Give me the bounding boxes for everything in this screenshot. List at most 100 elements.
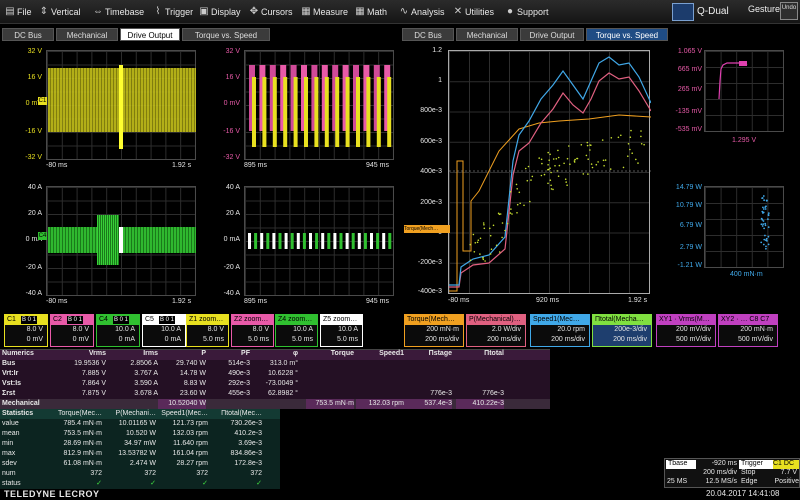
xy2-point [762,220,765,222]
tab-left-dc-bus[interactable]: DC Bus [2,28,54,41]
efficiency-point [591,166,594,169]
plot-c4-current[interactable] [46,186,196,296]
efficiency-point [563,162,565,165]
efficiency-point [540,158,543,161]
statistics-cell: 161.04 rpm [172,450,208,457]
yellow-pulse [345,77,350,147]
current-pulse [278,233,282,249]
statistics-cell: 372 [250,470,262,477]
display-mode-label[interactable]: Q-Dual [697,0,729,24]
channel-box-3[interactable]: C4 B 0 1 10.0 A0 mA [96,314,140,347]
xy2-point [762,206,764,209]
tbase-samples: 25 MS [667,478,688,485]
tbase-sample-rate: 12.5 MS/s [705,478,737,485]
efficiency-point [550,171,552,174]
tab-right-dc-bus[interactable]: DC Bus [402,28,454,41]
efficiency-point [530,179,532,181]
statistics-cell: 11.640 rpm [173,440,208,447]
tab-right-mechanical[interactable]: Mechanical [456,28,518,41]
xy2-point [767,243,770,246]
main-ytick-1: 1 [438,77,442,84]
xy1-ytick-0: 1.065 V [677,48,702,55]
math-box-value: 200 mV/div [675,326,711,333]
efficiency-point [637,162,639,164]
trigger-icon: ⌇ [155,6,161,17]
channel-box-4[interactable]: C5 B 0 1 10.0 A0 mA [142,314,186,347]
channel-box-6[interactable]: Z2 zoom… 8.0 V 5.0 ms [231,314,274,347]
tbase-rate: 200 ms/div [703,469,737,476]
math-box-1[interactable]: Torque(Mech… 200 mN·m 200 ms/div [404,314,464,347]
numerics-row: Σrst 7.875 V 3.678 A 23.60 W 455e-3 62.8982 °… [0,389,550,399]
channel-box-title: Z4 zoom… [276,315,317,325]
menu-math[interactable]: ▦ Math [352,0,387,24]
menu-vertical[interactable]: ⇕ Vertical [36,0,81,24]
c4-ground-marker: C4 [38,232,47,240]
math-box-5[interactable]: XY1 · Vrms(M… 200 mV/div 500 mV/div [656,314,716,347]
numerics-cell: 8.83 W [183,380,206,387]
channel-box-5[interactable]: Z1 zoom… 8.0 V 5.0 ms [186,314,229,347]
efficiency-point [557,149,559,152]
xy2-point [765,239,767,242]
math-box-2[interactable]: P(Mechanical)… 2.0 W/div 200 ms/div [466,314,526,347]
menu-cursors-label: Cursors [261,7,293,17]
channel-box-2[interactable]: C2 B 0 1 8.0 V0 mV [50,314,94,347]
math-box-6[interactable]: XY2 · … C8 C7 200 mN·m 500 mV/div [718,314,778,347]
display-mode-icon[interactable] [672,3,694,21]
tab-right-drive-output[interactable]: Drive Output [520,28,584,41]
efficiency-point [629,136,632,138]
p3-xend: 1.92 s [172,298,192,305]
statistics-col-header: Speed1(Mec… [161,410,208,417]
timebase-panel[interactable]: Tbase -920 ms 200 ms/div 25 MS 12.5 MS/s… [664,458,800,488]
menu-cursors[interactable]: ✥ Cursors [246,0,293,24]
plot-current-zoom[interactable] [244,186,394,296]
file-icon: ▤ [5,6,15,17]
xy2-point [765,199,768,202]
xy2-trace [760,195,770,250]
plot-xy1[interactable] [704,50,784,132]
statistics-cell: 2.474 W [129,460,156,467]
menu-display[interactable]: ▣ Display [196,0,240,24]
xy2-point [767,226,770,228]
undo-button[interactable]: Undo [780,2,798,20]
math-box-4[interactable]: Πtotal(Mecha… 200e-3/div 200 ms/div [592,314,652,347]
tbase-label: Tbase [666,460,696,469]
statistics-cell: 61.08 mN·m [63,460,102,467]
tab-left-mechanical[interactable]: Mechanical [56,28,118,41]
efficiency-point [474,242,477,244]
statistics-cell: ✓ [150,480,156,487]
efficiency-point [547,182,549,185]
xy2-point [762,211,765,214]
menu-utilities[interactable]: ✕ Utilities [450,0,494,24]
math-box-3[interactable]: Speed1(Mec… 20.0 rpm 200 ms/div [530,314,590,347]
math-icon: ▦ [355,6,365,17]
plot-mechanical-math[interactable] [448,50,651,294]
channel-box-8[interactable]: Z5 zoom… 10.0 A 5.0 ms [320,314,363,347]
p1-ytick-1: 16 V [27,74,42,81]
channel-box-7[interactable]: Z4 zoom… 10.0 A 5.0 ms [275,314,318,347]
channel-box-value: 0 mA [164,336,181,343]
menu-support[interactable]: ● Support [502,0,549,24]
gesture-label[interactable]: Gesture [748,4,780,14]
numerics-cell: 10.52040 W [158,399,206,409]
mechanical-math-traces [449,56,651,292]
menu-analysis[interactable]: ∿ Analysis [396,0,445,24]
menu-trigger[interactable]: ⌇ Trigger [150,0,194,24]
efficiency-point [631,152,633,154]
plot-xy2[interactable] [704,186,784,268]
numerics-cell: 62.8982 ° [267,390,298,397]
tab-left-torque-speed[interactable]: Torque vs. Speed [182,28,270,41]
current-pulse [321,233,325,249]
datetime: 20.04.2017 14:41:08 [706,489,780,498]
menu-file[interactable]: ▤ File [2,0,31,24]
menu-timebase[interactable]: ⇔ Timebase [90,0,144,24]
plot-c1-capture[interactable] [46,50,196,160]
channel-box-1[interactable]: C1 B 0 1 8.0 V0 mV [4,314,48,347]
channel-coupling-tag: B 0 1 [113,316,130,324]
tab-right-torque-speed[interactable]: Torque vs. Speed [586,28,668,41]
numerics-cell: 3.678 A [134,390,158,397]
numerics-cell: 10.6228 ° [267,370,298,377]
plot-voltage-zoom[interactable] [244,50,394,160]
current-pulse [260,233,264,249]
tab-left-drive-output[interactable]: Drive Output [120,28,180,41]
menu-measure[interactable]: ▦ Measure [298,0,348,24]
